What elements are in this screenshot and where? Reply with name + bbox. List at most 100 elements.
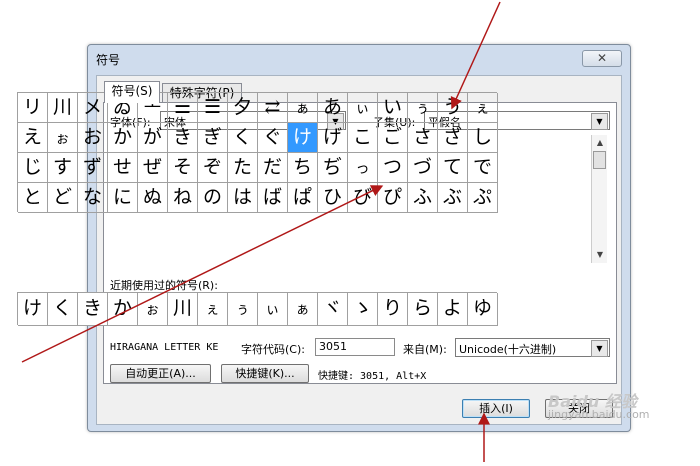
recent-symbols-row: けくきかぉ川ぇぅぃぁヾゝりらよゆ xyxy=(17,292,498,326)
symbol-cell[interactable]: す xyxy=(48,153,78,183)
scroll-up-icon[interactable]: ▲ xyxy=(592,135,608,151)
symbol-cell[interactable]: か xyxy=(108,123,138,153)
recent-symbol-cell[interactable]: り xyxy=(378,293,408,326)
symbol-cell[interactable]: ち xyxy=(288,153,318,183)
symbol-cell[interactable]: つ xyxy=(378,153,408,183)
symbol-cell[interactable]: じ xyxy=(18,153,48,183)
symbol-cell[interactable]: ぜ xyxy=(138,153,168,183)
symbol-cell[interactable]: く xyxy=(228,123,258,153)
symbol-cell[interactable]: あ xyxy=(318,93,348,123)
watermark-url: jingyan.baidu.com xyxy=(548,408,650,421)
symbol-cell[interactable]: ふ xyxy=(408,183,438,213)
tab-symbols[interactable]: 符号(S) xyxy=(104,81,160,103)
symbol-grid-scrollbar[interactable]: ▲ ▼ xyxy=(591,135,607,263)
symbol-cell[interactable]: ば xyxy=(258,183,288,213)
symbol-cell[interactable]: ぃ xyxy=(348,93,378,123)
symbol-cell[interactable]: ぞ xyxy=(198,153,228,183)
symbol-cell[interactable]: ぇ xyxy=(468,93,498,123)
recent-symbol-cell[interactable]: ぅ xyxy=(228,293,258,326)
symbol-cell[interactable]: い xyxy=(378,93,408,123)
symbol-cell[interactable]: ⇄ xyxy=(258,93,288,123)
recent-symbol-cell[interactable]: き xyxy=(78,293,108,326)
recent-symbol-cell[interactable]: ヾ xyxy=(318,293,348,326)
symbol-cell[interactable]: だ xyxy=(258,153,288,183)
symbol-cell[interactable]: ぐ xyxy=(258,123,288,153)
watermark: Baidu 经验 jingyan.baidu.com xyxy=(548,392,650,422)
symbol-cell[interactable]: そ xyxy=(168,153,198,183)
shortcut-key-button[interactable]: 快捷键(K)... xyxy=(221,364,309,383)
symbol-cell[interactable]: た xyxy=(228,153,258,183)
dialog-title: 符号 xyxy=(96,53,121,67)
symbol-cell[interactable]: さ xyxy=(408,123,438,153)
symbol-cell[interactable]: の xyxy=(198,183,228,213)
chevron-down-icon[interactable]: ▼ xyxy=(591,340,608,357)
symbol-cell[interactable]: ⚌ xyxy=(168,93,198,123)
symbol-cell[interactable]: こ xyxy=(348,123,378,153)
symbol-cell[interactable]: ぎ xyxy=(198,123,228,153)
symbol-cell[interactable]: し xyxy=(468,123,498,153)
symbol-cell[interactable]: て xyxy=(438,153,468,183)
symbol-cell[interactable]: ぶ xyxy=(438,183,468,213)
symbol-cell[interactable]: な xyxy=(78,183,108,213)
symbol-cell[interactable]: お xyxy=(78,123,108,153)
symbol-cell[interactable]: ぢ xyxy=(318,153,348,183)
recent-symbol-cell[interactable]: ら xyxy=(408,293,438,326)
recent-symbol-cell[interactable]: ぃ xyxy=(258,293,288,326)
symbol-cell[interactable]: リ xyxy=(18,93,48,123)
symbol-cell[interactable]: 川 xyxy=(48,93,78,123)
char-code-input[interactable]: 3051 xyxy=(315,338,395,356)
scroll-down-icon[interactable]: ▼ xyxy=(592,247,608,263)
symbol-cell[interactable]: に xyxy=(108,183,138,213)
symbol-cell[interactable]: き xyxy=(168,123,198,153)
symbol-cell[interactable]: ね xyxy=(168,183,198,213)
symbol-cell[interactable]: は xyxy=(228,183,258,213)
autocorrect-button[interactable]: 自动更正(A)... xyxy=(110,364,211,383)
from-select[interactable]: Unicode(十六进制) ▼ xyxy=(455,338,610,357)
symbol-cell[interactable]: ご xyxy=(378,123,408,153)
symbol-cell[interactable]: ざ xyxy=(438,123,468,153)
recent-symbol-cell[interactable]: ぇ xyxy=(198,293,228,326)
character-name: HIRAGANA LETTER KE xyxy=(110,342,219,353)
insert-button[interactable]: 插入(I) xyxy=(462,399,530,418)
recent-symbol-cell[interactable]: け xyxy=(18,293,48,326)
recent-symbol-cell[interactable]: よ xyxy=(438,293,468,326)
symbol-cell[interactable]: で xyxy=(468,153,498,183)
symbol-cell[interactable]: づ xyxy=(408,153,438,183)
title-close-button[interactable]: ✕ xyxy=(582,50,622,67)
symbol-cell[interactable]: ぴ xyxy=(378,183,408,213)
recent-symbol-cell[interactable]: く xyxy=(48,293,78,326)
recent-symbol-cell[interactable]: ぉ xyxy=(138,293,168,326)
symbol-cell[interactable]: っ xyxy=(348,153,378,183)
symbol-cell[interactable]: 夕 xyxy=(228,93,258,123)
recent-symbol-cell[interactable]: ゝ xyxy=(348,293,378,326)
recent-symbol-cell[interactable]: 川 xyxy=(168,293,198,326)
chevron-down-icon[interactable]: ▼ xyxy=(591,113,608,130)
symbol-cell[interactable]: け xyxy=(288,123,318,153)
recent-symbol-cell[interactable]: ゆ xyxy=(468,293,498,326)
symbol-cell[interactable]: ど xyxy=(48,183,78,213)
symbol-cell[interactable]: ぱ xyxy=(288,183,318,213)
shortcut-text: 快捷键: 3051, Alt+X xyxy=(318,371,427,382)
symbol-cell[interactable]: ぉ xyxy=(48,123,78,153)
symbol-cell[interactable]: え xyxy=(18,123,48,153)
symbol-cell[interactable]: が xyxy=(138,123,168,153)
recent-symbol-cell[interactable]: ぁ xyxy=(288,293,318,326)
symbol-cell[interactable]: ひ xyxy=(318,183,348,213)
recent-symbol-cell[interactable]: か xyxy=(108,293,138,326)
symbol-cell[interactable]: ぷ xyxy=(468,183,498,213)
symbol-cell[interactable]: ☰ xyxy=(198,93,228,123)
symbol-cell[interactable]: ぅ xyxy=(408,93,438,123)
symbol-cell[interactable]: び xyxy=(348,183,378,213)
watermark-logo: Baidu 经验 xyxy=(548,392,637,411)
symbol-cell[interactable]: ぁ xyxy=(288,93,318,123)
symbol-cell[interactable]: ず xyxy=(78,153,108,183)
symbol-cell[interactable]: う xyxy=(438,93,468,123)
symbol-cell[interactable]: げ xyxy=(318,123,348,153)
symbol-cell[interactable]: と xyxy=(18,183,48,213)
char-code-label: 字符代码(C): xyxy=(241,343,305,356)
from-label: 来自(M): xyxy=(403,343,447,356)
symbol-grid: リ川メゐ ᅩ ⚌ ☰ 夕 ⇄ ぁあぃいぅうぇえぉおかがきぎくぐけげこごさざしじすずせぜそぞた… xyxy=(17,92,498,213)
scroll-thumb[interactable] xyxy=(593,151,606,169)
symbol-cell[interactable]: ぬ xyxy=(138,183,168,213)
symbol-cell[interactable]: せ xyxy=(108,153,138,183)
